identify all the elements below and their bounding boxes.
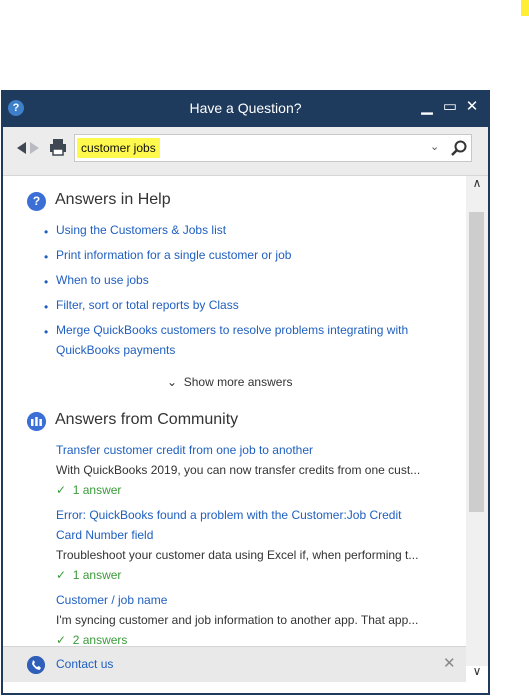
maximize-button[interactable]: ▭ bbox=[441, 98, 459, 116]
phone-icon bbox=[27, 656, 45, 674]
community-icon bbox=[27, 412, 46, 431]
search-field[interactable]: customer jobs ⌄ bbox=[74, 134, 472, 162]
help-link[interactable]: Filter, sort or total reports by Class bbox=[56, 295, 416, 315]
highlight-marker bbox=[521, 0, 529, 16]
community-question-link[interactable]: Transfer customer credit from one job to… bbox=[56, 440, 416, 460]
community-question-link[interactable]: Customer / job name bbox=[56, 590, 416, 610]
bullet: • bbox=[44, 300, 49, 314]
bullet: • bbox=[44, 225, 49, 239]
answer-count: ✓ 2 answers bbox=[56, 633, 128, 646]
help-icon: ? bbox=[27, 192, 46, 211]
help-link[interactable]: Using the Customers & Jobs list bbox=[56, 220, 416, 240]
back-arrow-icon[interactable] bbox=[17, 142, 26, 154]
help-link[interactable]: When to use jobs bbox=[56, 270, 416, 290]
help-link[interactable]: Print information for a single customer … bbox=[56, 245, 416, 265]
community-snippet: Troubleshoot your customer data using Ex… bbox=[56, 548, 419, 562]
forward-arrow-icon[interactable] bbox=[30, 142, 39, 154]
scroll-down-button[interactable]: ∨ bbox=[466, 664, 488, 684]
bullet: • bbox=[44, 325, 49, 339]
answer-count: ✓ 1 answer bbox=[56, 568, 122, 582]
toolbar: customer jobs ⌄ bbox=[3, 127, 488, 176]
scroll-thumb[interactable] bbox=[469, 212, 484, 512]
close-window-button[interactable]: ✕ bbox=[463, 98, 481, 116]
footer-bar: Contact us ✕ bbox=[3, 646, 466, 682]
print-icon[interactable] bbox=[49, 138, 67, 156]
community-section-title: Answers from Community bbox=[55, 411, 239, 428]
help-window: ? Have a Question? ▁ ▭ ✕ customer jobs ⌄… bbox=[1, 90, 490, 695]
bullet: • bbox=[44, 275, 49, 289]
results-panel: ? Answers in Help • Using the Customers … bbox=[3, 176, 466, 646]
community-snippet: I'm syncing customer and job information… bbox=[56, 613, 419, 627]
help-link[interactable]: Merge QuickBooks customers to resolve pr… bbox=[56, 320, 416, 360]
show-more-label: Show more answers bbox=[183, 375, 293, 389]
bullet: • bbox=[44, 250, 49, 264]
show-more-button[interactable]: ⌄ Show more answers bbox=[167, 375, 292, 389]
search-query: customer jobs bbox=[77, 138, 160, 158]
window-title: Have a Question? bbox=[189, 100, 302, 116]
community-question-link[interactable]: Error: QuickBooks found a problem with t… bbox=[56, 505, 416, 545]
community-snippet: With QuickBooks 2019, you can now transf… bbox=[56, 463, 421, 477]
answer-count: ✓ 1 answer bbox=[56, 483, 122, 497]
title-bar: ? Have a Question? ▁ ▭ ✕ bbox=[1, 90, 490, 127]
minimize-button[interactable]: ▁ bbox=[418, 98, 436, 116]
search-icon[interactable] bbox=[450, 139, 468, 157]
contact-us-link[interactable]: Contact us bbox=[56, 657, 113, 671]
scroll-up-button[interactable]: ∧ bbox=[466, 176, 488, 196]
help-section-title: Answers in Help bbox=[55, 191, 171, 208]
chevron-down-icon[interactable]: ⌄ bbox=[430, 140, 439, 153]
vertical-scrollbar[interactable]: ∧ ∨ bbox=[466, 176, 488, 678]
close-icon[interactable]: ✕ bbox=[443, 654, 456, 672]
chevron-down-icon: ⌄ bbox=[167, 375, 178, 389]
